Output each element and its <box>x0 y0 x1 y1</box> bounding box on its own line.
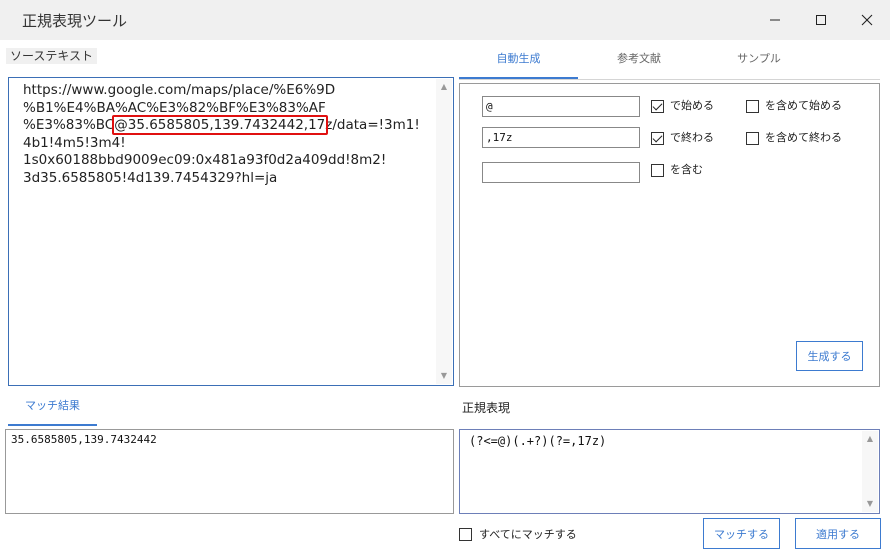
regex-scrollbar[interactable]: ▲ ▼ <box>862 431 878 512</box>
highlight-annotation <box>112 115 328 135</box>
apply-button[interactable]: 適用する <box>795 518 881 549</box>
scroll-down-icon[interactable]: ▼ <box>866 500 874 508</box>
window-title: 正規表現ツール <box>22 12 128 30</box>
scroll-up-icon[interactable]: ▲ <box>440 83 448 91</box>
ends-with-label: で終わる <box>670 131 714 144</box>
tab-auto-generate[interactable]: 自動生成 <box>459 47 578 79</box>
source-text-label: ソーステキスト <box>6 48 98 64</box>
contains-text-input[interactable] <box>482 162 640 183</box>
close-icon <box>861 14 873 26</box>
title-bar: 正規表現ツール <box>0 0 890 40</box>
ends-with-checkbox[interactable] <box>651 132 664 145</box>
close-button[interactable] <box>844 0 890 40</box>
contains-checkbox[interactable] <box>651 164 664 177</box>
starts-with-checkbox[interactable] <box>651 100 664 113</box>
match-all-label: すべてにマッチする <box>479 528 577 541</box>
minimize-icon <box>770 19 780 21</box>
start-text-input[interactable]: @ <box>482 96 640 117</box>
generate-button[interactable]: 生成する <box>796 341 863 371</box>
generate-panel: @ で始める を含めて始める ,17z で終わる を含めて終わる を含む 生成す… <box>459 83 880 387</box>
minimize-button[interactable] <box>752 0 798 40</box>
regex-label: 正規表現 <box>462 401 511 415</box>
match-button[interactable]: マッチする <box>703 518 780 549</box>
match-result-text: 35.6585805,139.7432442 <box>11 433 157 446</box>
end-text-input[interactable]: ,17z <box>482 127 640 148</box>
source-scrollbar[interactable]: ▲ ▼ <box>436 79 452 384</box>
scroll-up-icon[interactable]: ▲ <box>866 435 874 443</box>
regex-input[interactable]: (?<=@)(.+?)(?=,17z) ▲ ▼ <box>459 429 880 514</box>
maximize-icon <box>816 15 826 25</box>
starts-with-label: で始める <box>670 99 714 112</box>
regex-text: (?<=@)(.+?)(?=,17z) <box>469 434 607 448</box>
source-text-area[interactable]: https://www.google.com/maps/place/%E6%9D… <box>8 77 454 386</box>
include-start-checkbox[interactable] <box>746 100 759 113</box>
match-result-area[interactable]: 35.6585805,139.7432442 <box>5 429 454 514</box>
tab-match-result[interactable]: マッチ結果 <box>8 395 97 426</box>
maximize-button[interactable] <box>798 0 844 40</box>
match-all-checkbox[interactable] <box>459 528 472 541</box>
include-start-label: を含めて始める <box>765 99 842 112</box>
scroll-down-icon[interactable]: ▼ <box>440 372 448 380</box>
include-end-label: を含めて終わる <box>765 131 842 144</box>
tab-samples[interactable]: サンプル <box>700 47 818 79</box>
tab-references[interactable]: 参考文献 <box>578 47 700 79</box>
contains-label: を含む <box>670 163 703 176</box>
tab-bar: 自動生成 参考文献 サンプル <box>459 47 880 80</box>
include-end-checkbox[interactable] <box>746 132 759 145</box>
